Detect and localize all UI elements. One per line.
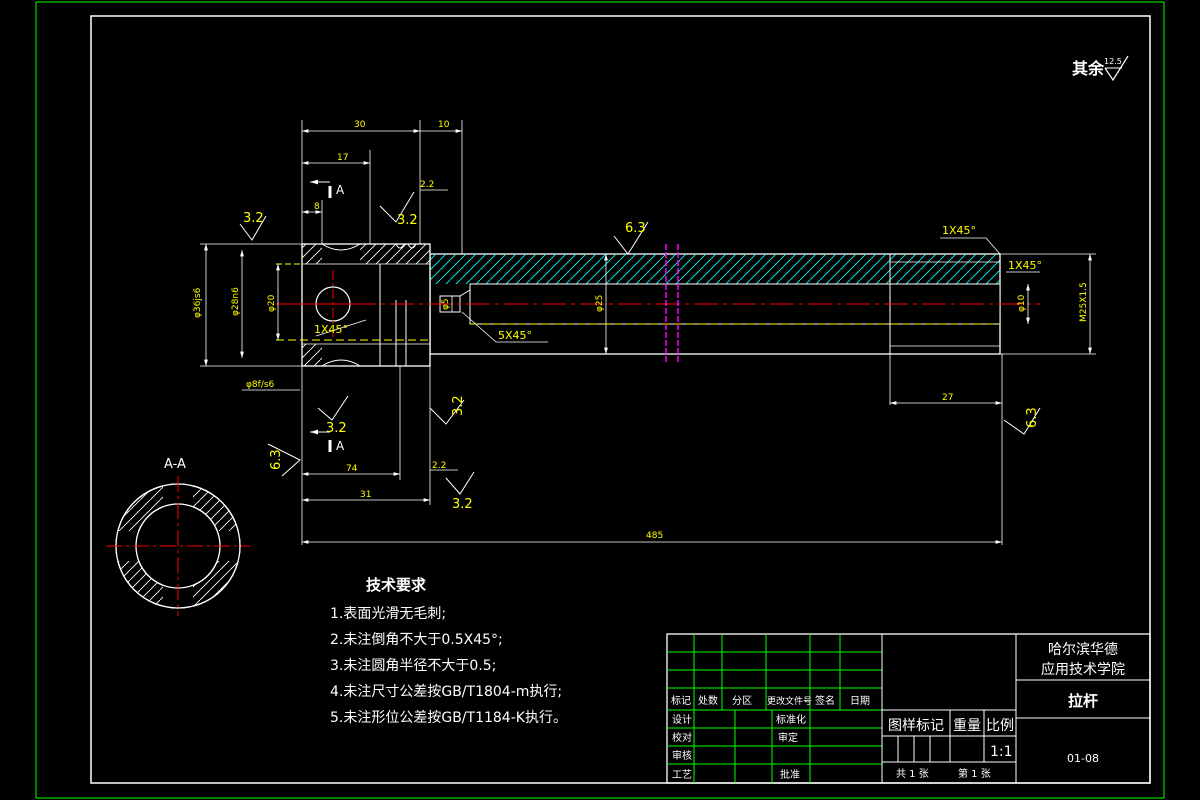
roughness-r3: 3.2 bbox=[326, 421, 347, 436]
scale-label: 比例 bbox=[986, 718, 1014, 734]
row-label: 校对 bbox=[672, 731, 692, 744]
dim-dia20: φ20 bbox=[267, 294, 277, 312]
dim-10: 10 bbox=[438, 120, 450, 130]
dim-dia25: φ25 bbox=[595, 295, 605, 312]
title-header: 签名 bbox=[815, 694, 835, 707]
title-header: 日期 bbox=[850, 695, 870, 707]
inner-border bbox=[90, 15, 1151, 784]
dim-30: 30 bbox=[354, 120, 366, 130]
chamfer-3: 5X45° bbox=[498, 329, 532, 342]
dim-dia36: φ36js6 bbox=[193, 287, 203, 318]
mid-label: 审定 bbox=[778, 731, 798, 744]
rod-wall-top bbox=[430, 254, 1000, 284]
head-hatch-bottom bbox=[302, 344, 322, 366]
sheet-total: 共 1 张 bbox=[896, 768, 929, 780]
dim-485: 485 bbox=[646, 531, 663, 541]
note-item: 1.表面光滑无毛刺; bbox=[330, 605, 446, 622]
note-item: 3.未注圆角半径不大于0.5; bbox=[330, 658, 496, 674]
title-header: 分区 bbox=[732, 695, 752, 707]
general-roughness-note: 其余 12.5 bbox=[1072, 55, 1129, 82]
head-hatch-top bbox=[360, 244, 430, 264]
row-label: 工艺 bbox=[672, 769, 692, 781]
chamfer-4: 1X45° bbox=[314, 323, 348, 336]
groove-label-2: 2.2 bbox=[432, 461, 446, 471]
dim-74: 74 bbox=[346, 464, 358, 474]
mid-label: 标准化 bbox=[776, 713, 806, 726]
roughness-r1: 3.2 bbox=[243, 211, 264, 226]
dim-31: 31 bbox=[360, 490, 371, 500]
roughness-note-prefix: 其余 bbox=[1072, 59, 1105, 78]
title-header: 标记 bbox=[671, 695, 691, 707]
dim-8: 8 bbox=[314, 202, 320, 212]
scale-value: 1:1 bbox=[990, 744, 1013, 760]
sheet-index: 第 1 张 bbox=[958, 767, 991, 780]
chamfer-2: 1X45° bbox=[1008, 259, 1042, 272]
head-hatch-top-left bbox=[302, 244, 322, 264]
technical-requirements: 技术要求 1.表面光滑无毛刺; 2.未注倒角不大于0.5X45°; 3.未注圆角… bbox=[330, 576, 567, 726]
part-drawing bbox=[276, 243, 1040, 367]
mid-label: 批准 bbox=[780, 768, 800, 781]
stage-mark-label: 图样标记 bbox=[888, 718, 944, 734]
roughness-note-value: 12.5 bbox=[1104, 57, 1122, 66]
drawing-number: 01-08 bbox=[1067, 752, 1099, 765]
outer-border bbox=[35, 1, 1165, 799]
weight-label: 重量 bbox=[953, 718, 981, 734]
roughness-r6: 6.3 bbox=[625, 221, 646, 236]
roughness-r8: 6.3 bbox=[1025, 407, 1040, 428]
institution-line2: 应用技术学院 bbox=[1041, 661, 1125, 678]
dim-dia10: φ10 bbox=[1017, 294, 1027, 312]
dim-dia28: φ28n6 bbox=[231, 287, 241, 316]
roughness-r5: 3.2 bbox=[452, 497, 473, 512]
roughness-icon bbox=[317, 395, 349, 421]
dim-27: 27 bbox=[942, 393, 953, 403]
section-view-aa: A-A bbox=[106, 457, 250, 616]
roughness-r7: 6.3 bbox=[269, 449, 284, 470]
institution-line1: 哈尔滨华德 bbox=[1048, 642, 1118, 658]
title-header: 更改文件号 bbox=[767, 695, 812, 707]
note-item: 5.未注形位公差按GB/T1184-K执行。 bbox=[330, 710, 567, 726]
note-item: 4.未注尺寸公差按GB/T1804-m执行; bbox=[330, 684, 562, 700]
engineering-drawing: 其余 12.5 30 10 17 8 74 31 485 27 φ36js6 φ… bbox=[35, 1, 1165, 799]
roughness-icon bbox=[445, 471, 475, 495]
roughness-r2: 3.2 bbox=[397, 213, 418, 228]
dim-dia-bottom: φ8f/s6 bbox=[246, 380, 275, 390]
row-label: 审核 bbox=[672, 749, 692, 762]
section-label: A-A bbox=[164, 457, 186, 472]
row-label: 设计 bbox=[672, 713, 692, 726]
part-name: 拉杆 bbox=[1068, 692, 1098, 710]
dim-thread: M25X1.5 bbox=[1079, 282, 1089, 322]
title-block: 标记 处数 分区 更改文件号 签名 日期 设计 校对 审核 工艺 标准化 审定 … bbox=[666, 633, 1151, 784]
chamfer-1: 1X45° bbox=[942, 224, 976, 237]
note-item: 2.未注倒角不大于0.5X45°; bbox=[330, 632, 503, 648]
title-header: 处数 bbox=[698, 694, 718, 707]
groove-label-1: 2.2 bbox=[420, 180, 434, 190]
notes-heading: 技术要求 bbox=[366, 576, 427, 594]
dim-dia5: φ5 bbox=[441, 298, 451, 310]
roughness-r4: 3.2 bbox=[451, 395, 466, 416]
cut-mark-bottom: A bbox=[336, 439, 345, 453]
dim-17: 17 bbox=[337, 153, 348, 163]
cut-mark-top: A bbox=[336, 183, 345, 197]
